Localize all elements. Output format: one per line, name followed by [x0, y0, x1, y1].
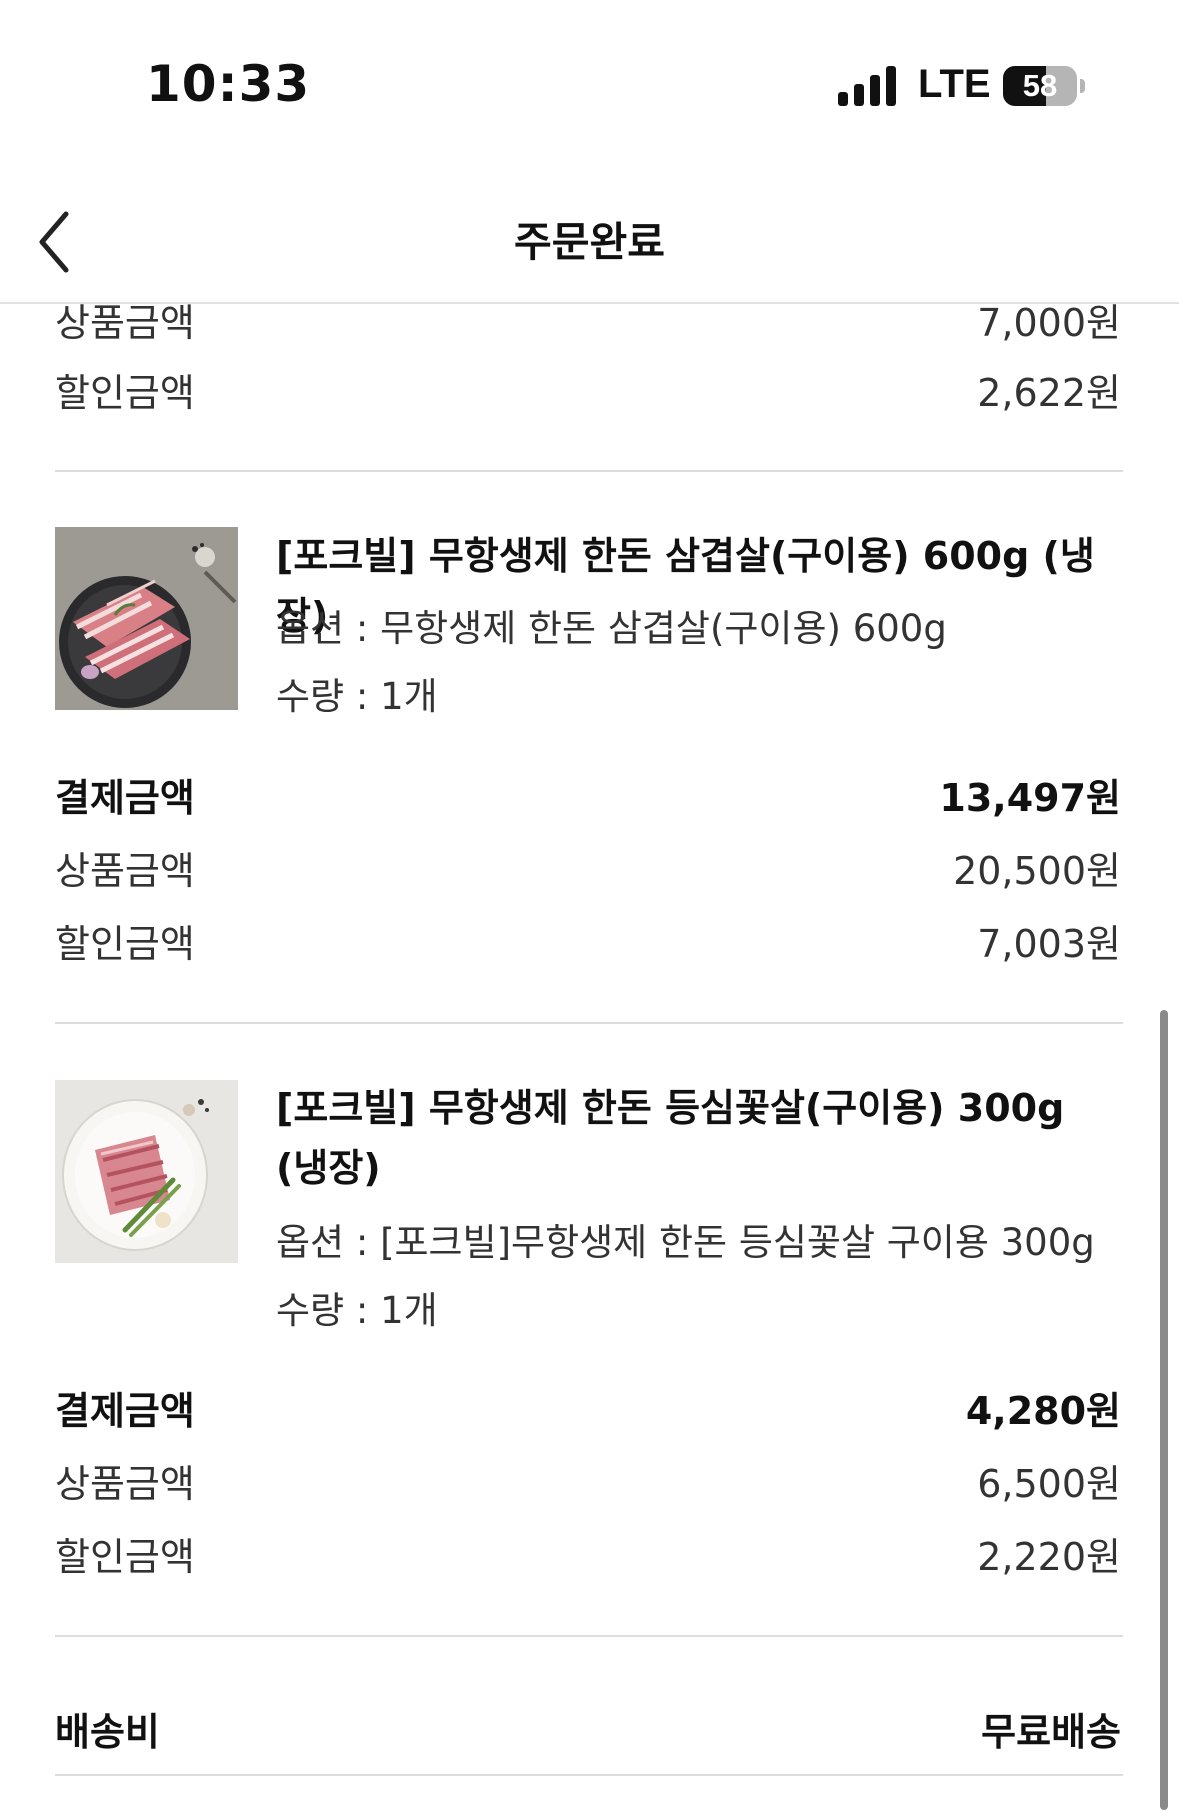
product-amount-value: 6,500원	[977, 1462, 1121, 1506]
discount-row: 할인금액 2,622원	[55, 362, 1121, 418]
status-bar: 10:33 LTE 58	[0, 0, 1179, 150]
battery-tip	[1080, 79, 1085, 93]
shipping-value: 무료배송	[981, 1710, 1121, 1754]
divider	[55, 1635, 1123, 1637]
shipping-row: 배송비 무료배송	[55, 1701, 1121, 1757]
scrollbar[interactable]	[1160, 1010, 1168, 1810]
network-label: LTE	[918, 62, 991, 106]
product-quantity: 수량 : 1개	[276, 675, 438, 718]
payment-amount-label: 결제금액	[55, 1389, 195, 1433]
discount-value: 7,003원	[977, 922, 1121, 966]
nav-header: 주문완료	[0, 190, 1179, 304]
discount-label: 할인금액	[55, 371, 195, 415]
product-amount-value: 20,500원	[953, 849, 1121, 893]
product-amount-value: 7,000원	[977, 302, 1121, 345]
discount-row: 할인금액 2,220원	[55, 1526, 1121, 1582]
discount-label: 할인금액	[55, 1535, 195, 1579]
product-amount-label: 상품금액	[55, 302, 195, 345]
product-option: 옵션 : [포크빌]무항생제 한돈 등심꽃살 구이용 300g	[276, 1221, 1095, 1264]
product-quantity: 수량 : 1개	[276, 1289, 438, 1332]
payment-amount-value: 4,280원	[965, 1389, 1121, 1433]
payment-amount-row: 결제금액 13,497원	[55, 767, 1121, 823]
product-thumbnail-pork-belly[interactable]	[55, 527, 238, 710]
product-amount-row: 상품금액 6,500원	[55, 1453, 1121, 1509]
payment-amount-label: 결제금액	[55, 776, 195, 820]
battery-icon: 58	[1003, 66, 1077, 106]
product-amount-label: 상품금액	[55, 849, 195, 893]
divider	[55, 470, 1123, 472]
payment-amount-value: 13,497원	[939, 776, 1121, 820]
shipping-label: 배송비	[55, 1710, 160, 1754]
battery-percentage: 58	[1022, 68, 1058, 103]
product-thumbnail-pork-loin[interactable]	[55, 1080, 238, 1263]
cellular-signal-icon	[838, 66, 900, 106]
page-title: 주문완료	[514, 218, 665, 266]
product-option: 옵션 : 무항생제 한돈 삼겹살(구이용) 600g	[276, 607, 947, 650]
divider	[55, 1774, 1123, 1776]
divider	[55, 1022, 1123, 1024]
product-name[interactable]: [포크빌] 무항생제 한돈 등심꽃살(구이용) 300g (냉장)	[276, 1078, 1126, 1198]
discount-row: 할인금액 7,003원	[55, 913, 1121, 969]
discount-label: 할인금액	[55, 922, 195, 966]
discount-value: 2,622원	[977, 371, 1121, 415]
discount-value: 2,220원	[977, 1535, 1121, 1579]
product-amount-row: 상품금액 7,000원	[55, 302, 1121, 348]
product-amount-row: 상품금액 20,500원	[55, 840, 1121, 896]
order-detail-content[interactable]: 상품금액 7,000원 할인금액 2,622원 [포크빌] 무항생제 한돈 삼겹…	[0, 302, 1179, 1811]
payment-amount-row: 결제금액 4,280원	[55, 1380, 1121, 1436]
status-time: 10:33	[146, 55, 311, 113]
product-amount-label: 상품금액	[55, 1462, 195, 1506]
